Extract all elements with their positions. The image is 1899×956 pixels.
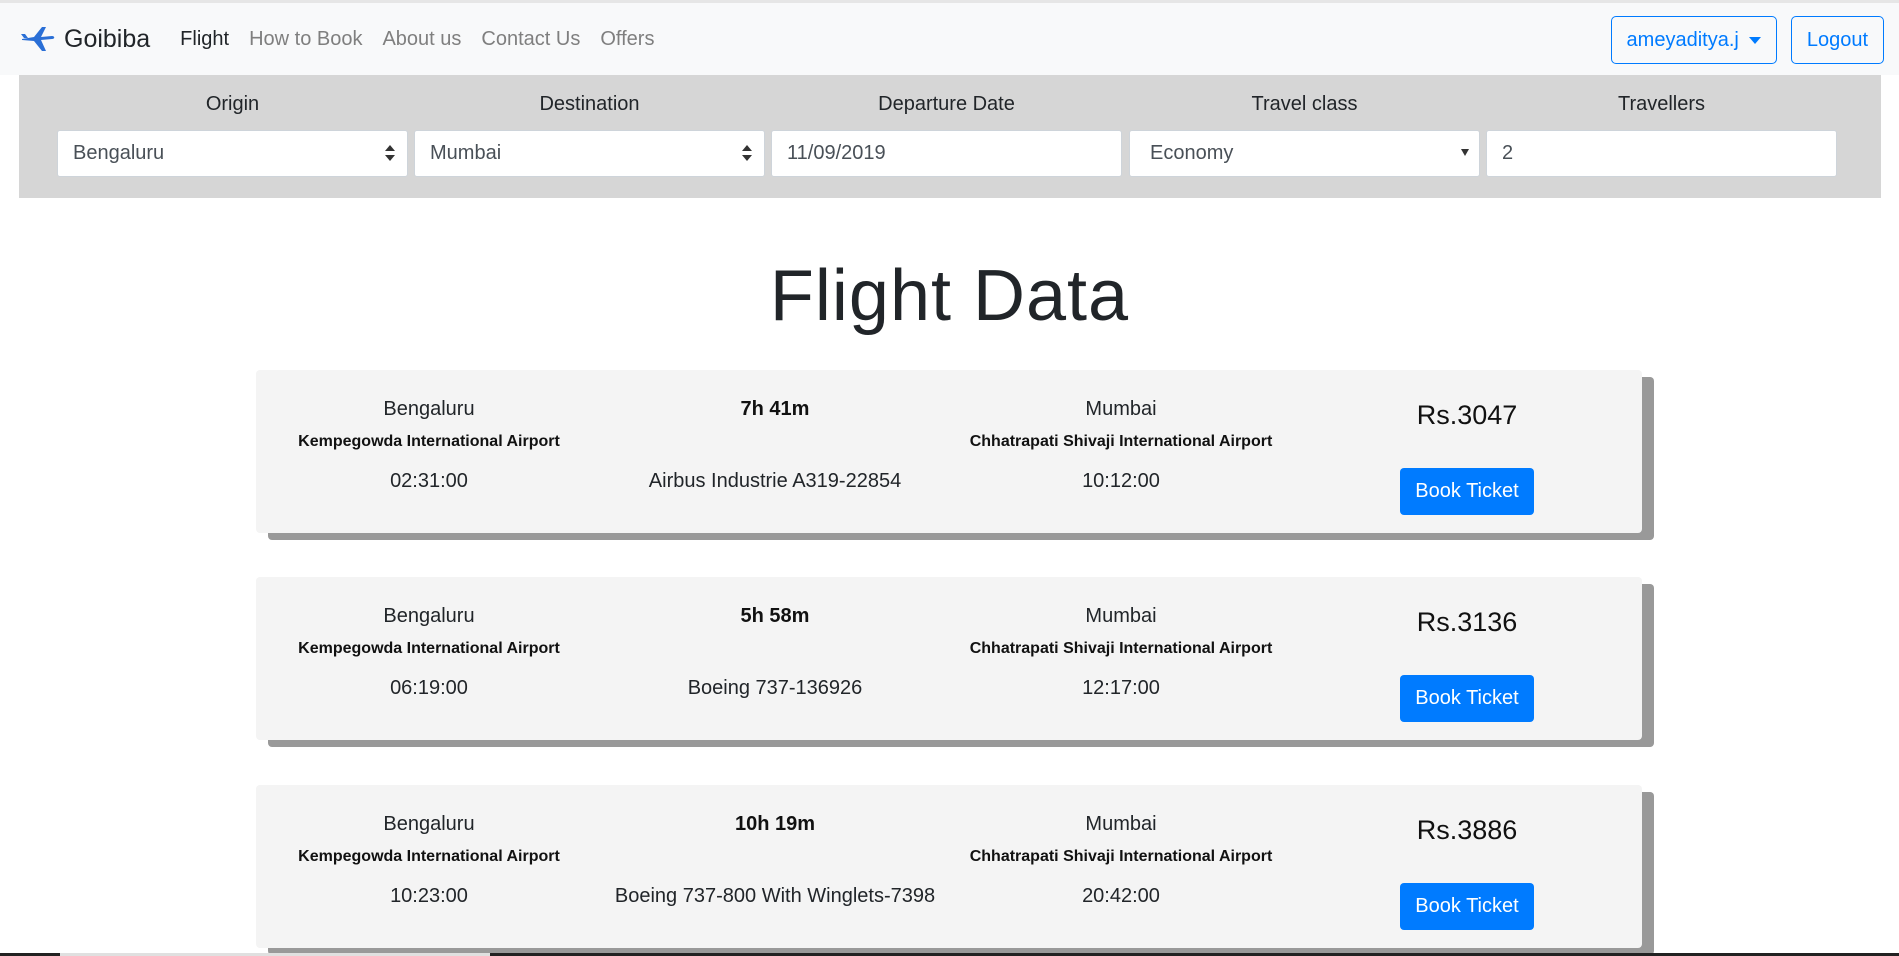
book-ticket-button[interactable]: Book Ticket: [1400, 675, 1534, 722]
nav-item-how-to-book[interactable]: How to Book: [249, 28, 362, 51]
arrival-time: 10:12:00: [1082, 470, 1160, 492]
origin-airport: Kempegowda International Airport: [298, 433, 560, 450]
chevron-down-icon: [1461, 149, 1469, 156]
book-ticket-button[interactable]: Book Ticket: [1400, 883, 1534, 930]
departure-time: 02:31:00: [390, 470, 468, 492]
flight-price: Rs.3886: [1416, 815, 1518, 845]
aircraft-name: Airbus Industrie A319-22854: [648, 470, 902, 492]
user-name: ameyaditya.j: [1626, 28, 1739, 51]
origin-airport: Kempegowda International Airport: [298, 640, 560, 657]
nav-links: Flight How to Book About us Contact Us O…: [180, 28, 674, 51]
search-bar: Origin Bengaluru Destination Mumbai Depa…: [19, 75, 1881, 198]
flight-price: Rs.3047: [1416, 400, 1518, 430]
destination-airport: Chhatrapati Shivaji International Airpor…: [969, 433, 1273, 450]
select-arrows-icon: [742, 145, 752, 163]
airplane-icon: [21, 27, 55, 51]
nav-item-about-us[interactable]: About us: [382, 28, 461, 51]
aircraft-name: Boeing 737-800 With Winglets-7398: [614, 885, 936, 907]
book-ticket-button[interactable]: Book Ticket: [1400, 468, 1534, 515]
date-label: Departure Date: [878, 93, 1015, 115]
destination-select[interactable]: Mumbai: [414, 130, 765, 177]
origin-value: Bengaluru: [73, 142, 165, 164]
destination-city: Mumbai: [1085, 605, 1157, 627]
departure-time: 06:19:00: [390, 677, 468, 699]
origin-select[interactable]: Bengaluru: [57, 130, 408, 177]
nav-item-offers[interactable]: Offers: [600, 28, 654, 51]
arrival-time: 20:42:00: [1082, 885, 1160, 907]
origin-city: Bengaluru: [383, 605, 475, 627]
flight-duration: 10h 19m: [734, 813, 816, 835]
caret-down-icon: [1748, 36, 1761, 44]
origin-city: Bengaluru: [383, 398, 475, 420]
origin-label: Origin: [205, 93, 260, 115]
page-title: Flight Data: [769, 256, 1130, 336]
destination-city: Mumbai: [1085, 398, 1157, 420]
flight-price: Rs.3136: [1416, 607, 1518, 637]
navbar: Goibiba Flight How to Book About us Cont…: [0, 3, 1899, 75]
flight-card: Bengaluru Kempegowda International Airpo…: [256, 370, 1654, 540]
flight-card-body: Bengaluru Kempegowda International Airpo…: [256, 785, 1642, 948]
destination-airport: Chhatrapati Shivaji International Airpor…: [969, 640, 1273, 657]
departure-time: 10:23:00: [390, 885, 468, 907]
destination-value: Mumbai: [430, 142, 502, 164]
select-arrows-icon: [385, 145, 395, 163]
brand-name: Goibiba: [64, 24, 151, 53]
destination-airport: Chhatrapati Shivaji International Airpor…: [969, 848, 1273, 865]
travellers-value: 2: [1502, 142, 1514, 164]
origin-city: Bengaluru: [383, 813, 475, 835]
arrival-time: 12:17:00: [1082, 677, 1160, 699]
destination-label: Destination: [539, 93, 640, 115]
flight-card-body: Bengaluru Kempegowda International Airpo…: [256, 577, 1642, 740]
nav-item-contact-us[interactable]: Contact Us: [481, 28, 580, 51]
logout-button[interactable]: Logout: [1790, 16, 1884, 64]
flight-card-body: Bengaluru Kempegowda International Airpo…: [256, 370, 1642, 533]
aircraft-name: Boeing 737-136926: [687, 677, 863, 699]
travel-class-value: Economy: [1150, 142, 1234, 164]
user-dropdown-button[interactable]: ameyaditya.j: [1610, 16, 1777, 64]
flight-duration: 5h 58m: [740, 605, 810, 627]
flight-duration: 7h 41m: [740, 398, 810, 420]
destination-city: Mumbai: [1085, 813, 1157, 835]
flight-card: Bengaluru Kempegowda International Airpo…: [256, 577, 1654, 747]
travellers-label: Travellers: [1617, 93, 1706, 115]
departure-date-value: 11/09/2019: [787, 142, 886, 164]
travel-class-label: Travel class: [1251, 93, 1358, 115]
origin-airport: Kempegowda International Airport: [298, 848, 560, 865]
flight-card: Bengaluru Kempegowda International Airpo…: [256, 785, 1654, 955]
nav-right: ameyaditya.j Logout: [1610, 16, 1884, 64]
travellers-input[interactable]: 2: [1486, 130, 1837, 177]
travel-class-select[interactable]: Economy: [1129, 130, 1480, 177]
nav-item-flight[interactable]: Flight: [180, 28, 229, 51]
brand[interactable]: Goibiba: [20, 19, 150, 59]
departure-date-input[interactable]: 11/09/2019: [771, 130, 1122, 177]
